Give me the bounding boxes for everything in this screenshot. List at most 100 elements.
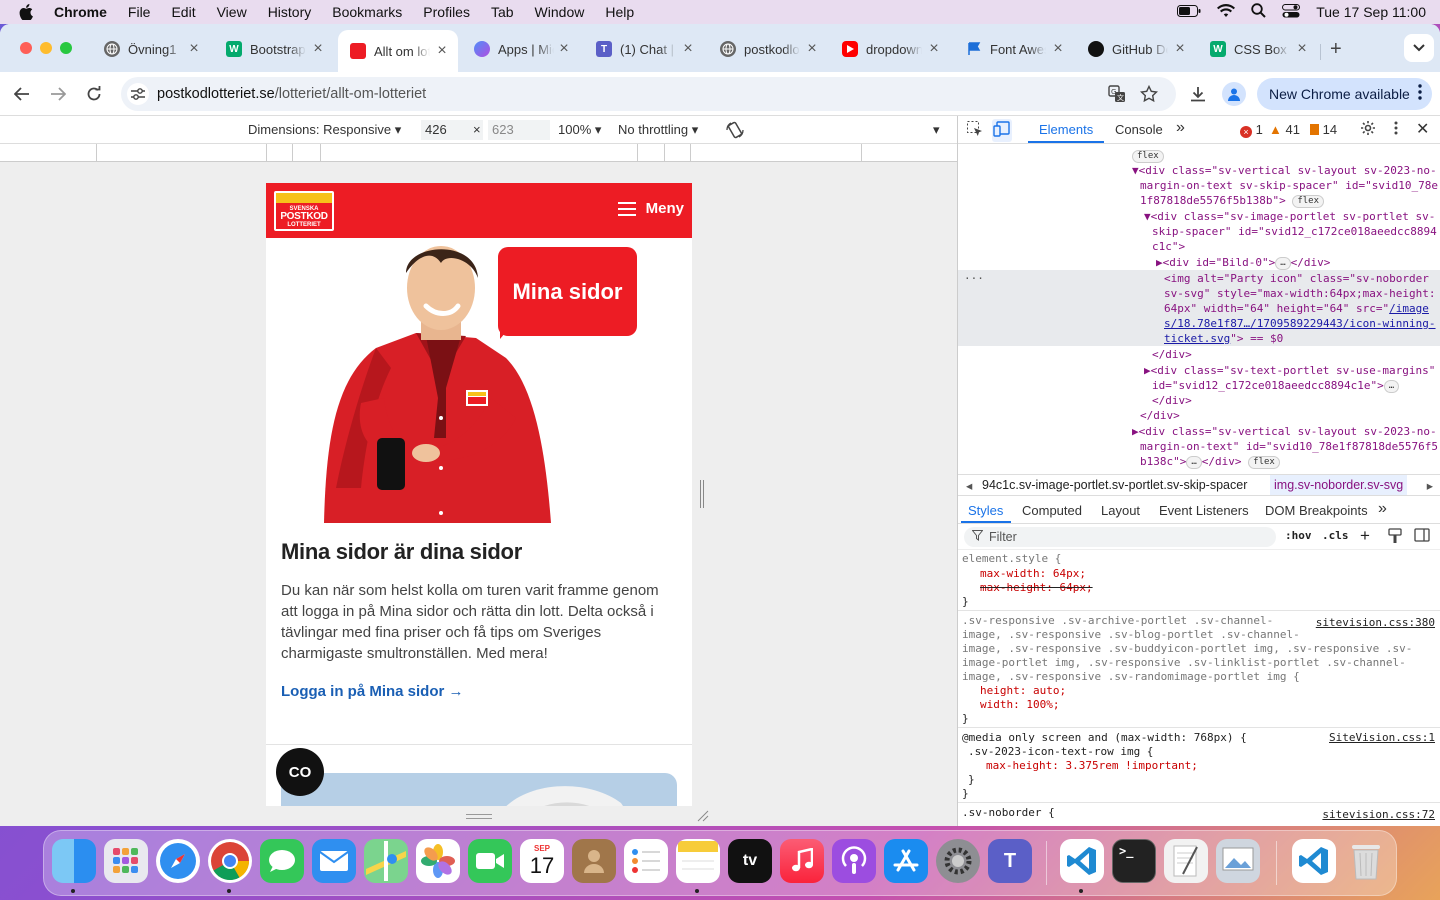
ellipsis-badge[interactable]: … <box>1383 379 1400 393</box>
dom-node-div-image-portlet[interactable]: ▼<div class="sv-image-portlet sv-portlet… <box>1144 209 1435 224</box>
breadcrumb-parent[interactable]: 94c1c.sv-image-portlet.sv-portlet.sv-ski… <box>982 478 1247 492</box>
close-tab-icon[interactable]: × <box>310 40 326 58</box>
trash-dock-icon[interactable] <box>1344 839 1388 883</box>
menubar-clock[interactable]: Tue 17 Sep 11:00 <box>1316 4 1426 20</box>
finder-dock-icon[interactable] <box>52 839 96 883</box>
textedit-dock-icon[interactable] <box>1164 839 1208 883</box>
close-tab-icon[interactable]: × <box>1294 40 1310 58</box>
dom-node-div-text-portlet[interactable]: ▶<div class="sv-text-portlet sv-use-marg… <box>1144 363 1435 378</box>
menu-bookmarks[interactable]: Bookmarks <box>332 4 402 20</box>
update-chrome-button[interactable]: New Chrome available <box>1257 78 1432 110</box>
tab-font-awesome[interactable]: Font Awesome × <box>954 32 1074 66</box>
inspect-element-icon[interactable] <box>966 120 984 141</box>
close-window-button[interactable] <box>20 42 32 54</box>
img-src-link[interactable]: ticket.svg <box>1164 332 1230 345</box>
breadcrumb-right-arrow-icon[interactable]: ▸ <box>1427 478 1433 493</box>
translate-icon[interactable]: G文 <box>1107 84 1127 104</box>
hover-state-toggle[interactable]: :hov <box>1285 529 1312 542</box>
close-tab-icon[interactable]: × <box>186 40 202 58</box>
minimize-window-button[interactable] <box>40 42 52 54</box>
breadcrumb-current[interactable]: img.sv-noborder.sv-svg <box>1270 475 1408 495</box>
menu-view[interactable]: View <box>217 4 247 20</box>
chrome-dock-icon[interactable] <box>208 839 252 883</box>
menu-file[interactable]: File <box>128 4 151 20</box>
photos-dock-icon[interactable] <box>416 839 460 883</box>
rule-selector[interactable]: image-portlet img, .sv-responsive .sv-li… <box>962 656 1406 670</box>
dom-node-div-vertical[interactable]: ▼<div class="sv-vertical sv-layout sv-20… <box>1132 163 1437 178</box>
style-declaration[interactable]: max-height: 3.375rem !important; <box>986 759 1198 773</box>
close-devtools-icon[interactable]: ✕ <box>1416 119 1429 139</box>
rule-selector[interactable]: image, .sv-responsive .sv-buddyicon-port… <box>962 642 1412 656</box>
tab-dom-breakpoints[interactable]: DOM Breakpoints <box>1265 503 1368 518</box>
app-store-dock-icon[interactable] <box>884 839 928 883</box>
address-bar[interactable]: postkodlotteriet.se/lotteriet/allt-om-lo… <box>121 77 1176 111</box>
expand-triangle-icon[interactable]: ▼ <box>1144 210 1151 223</box>
facetime-dock-icon[interactable] <box>468 839 512 883</box>
close-tab-icon[interactable]: × <box>804 40 820 58</box>
preview-dock-icon[interactable] <box>1216 839 1260 883</box>
new-tab-plus-icon[interactable]: + <box>1330 38 1342 61</box>
battery-icon[interactable] <box>1177 4 1201 20</box>
rule-selector[interactable]: image, .sv-responsive .sv-randomimage-po… <box>962 670 1300 684</box>
tab-console[interactable]: Console <box>1115 122 1163 137</box>
teams-dock-icon[interactable]: T <box>988 839 1032 883</box>
tab-styles[interactable]: Styles <box>968 503 1003 518</box>
dimensions-dropdown[interactable]: Dimensions: Responsive ▾ <box>248 122 401 138</box>
style-declaration-overridden[interactable]: max-height: 64px; <box>980 581 1093 595</box>
apple-tv-dock-icon[interactable]: tv <box>728 839 772 883</box>
contacts-dock-icon[interactable] <box>572 839 616 883</box>
bookmark-star-icon[interactable] <box>1139 84 1159 104</box>
style-declaration[interactable]: width: 100%; <box>980 698 1059 712</box>
throttling-dropdown[interactable]: No throttling ▾ <box>618 122 698 138</box>
tab-allt-om-lotteriet[interactable]: Allt om lotteriet × <box>338 30 458 72</box>
img-src-link[interactable]: s/18.78e1f87…/1709589229443/icon-winning… <box>1164 317 1436 330</box>
messages-dock-icon[interactable] <box>260 839 304 883</box>
close-tab-icon[interactable]: × <box>926 40 942 58</box>
row-more-icon[interactable]: ··· <box>964 271 984 286</box>
expand-triangle-icon[interactable]: ▶ <box>1156 256 1163 269</box>
back-arrow-icon[interactable] <box>10 82 34 106</box>
system-settings-dock-icon[interactable] <box>936 839 980 883</box>
rule-selector[interactable]: .sv-2023-icon-text-row img { <box>968 745 1153 759</box>
vscode-document-dock-icon[interactable] <box>1292 839 1336 883</box>
viewport-resize-handle-right[interactable] <box>700 480 704 508</box>
rotate-icon[interactable] <box>725 120 745 143</box>
class-toggle[interactable]: .cls <box>1322 529 1349 542</box>
download-icon[interactable] <box>1186 82 1210 106</box>
expand-triangle-icon[interactable]: ▶ <box>1132 425 1139 438</box>
menu-app-chrome[interactable]: Chrome <box>54 4 107 20</box>
menu-edit[interactable]: Edit <box>171 4 195 20</box>
music-dock-icon[interactable] <box>780 839 824 883</box>
stylesheet-source-link[interactable]: SiteVision.css:1 <box>1329 731 1435 745</box>
styles-filter-input[interactable]: Filter <box>964 527 1276 547</box>
safari-dock-icon[interactable] <box>156 839 200 883</box>
profile-avatar-icon[interactable] <box>1222 82 1246 106</box>
device-toolbar-more-icon[interactable]: ▾ <box>933 122 940 138</box>
expand-triangle-icon[interactable]: ▶ <box>1144 364 1151 377</box>
stylesheet-source-link[interactable]: sitevision.css:380 <box>1316 616 1435 630</box>
site-info-icon[interactable] <box>127 83 149 105</box>
reload-icon[interactable] <box>82 82 106 106</box>
rule-selector[interactable]: image, .sv-responsive .sv-blog-portlet .… <box>962 628 1300 642</box>
rule-selector[interactable]: .sv-noborder { <box>962 806 1055 820</box>
stylesheet-source-link[interactable]: sitevision.css:72 <box>1322 808 1435 822</box>
apple-icon[interactable] <box>18 4 34 20</box>
notes-dock-icon[interactable] <box>676 839 720 883</box>
warning-count-badge[interactable]: ▲ 41 <box>1269 122 1300 137</box>
flex-badge[interactable]: flex <box>1132 149 1164 163</box>
zoom-window-button[interactable] <box>60 42 72 54</box>
mail-dock-icon[interactable] <box>312 839 356 883</box>
paint-brush-icon[interactable] <box>1388 528 1402 547</box>
dom-node-div-vertical-2[interactable]: ▶<div class="sv-vertical sv-layout sv-20… <box>1132 424 1437 439</box>
settings-gear-icon[interactable] <box>1360 120 1376 139</box>
close-tab-icon[interactable]: × <box>1050 40 1066 58</box>
tab-ovning1[interactable]: Övning1 × <box>92 32 210 66</box>
menu-history[interactable]: History <box>268 4 312 20</box>
menu-profiles[interactable]: Profiles <box>423 4 470 20</box>
login-mina-sidor-link[interactable]: Logga in på Mina sidor → <box>281 683 464 700</box>
viewport-resize-handle-bottom[interactable] <box>466 814 492 819</box>
device-toolbar-toggle-icon[interactable] <box>992 119 1012 142</box>
vscode-dock-icon[interactable] <box>1060 839 1104 883</box>
forward-arrow-icon[interactable] <box>46 82 70 106</box>
calendar-dock-icon[interactable]: SEP 17 <box>520 839 564 883</box>
